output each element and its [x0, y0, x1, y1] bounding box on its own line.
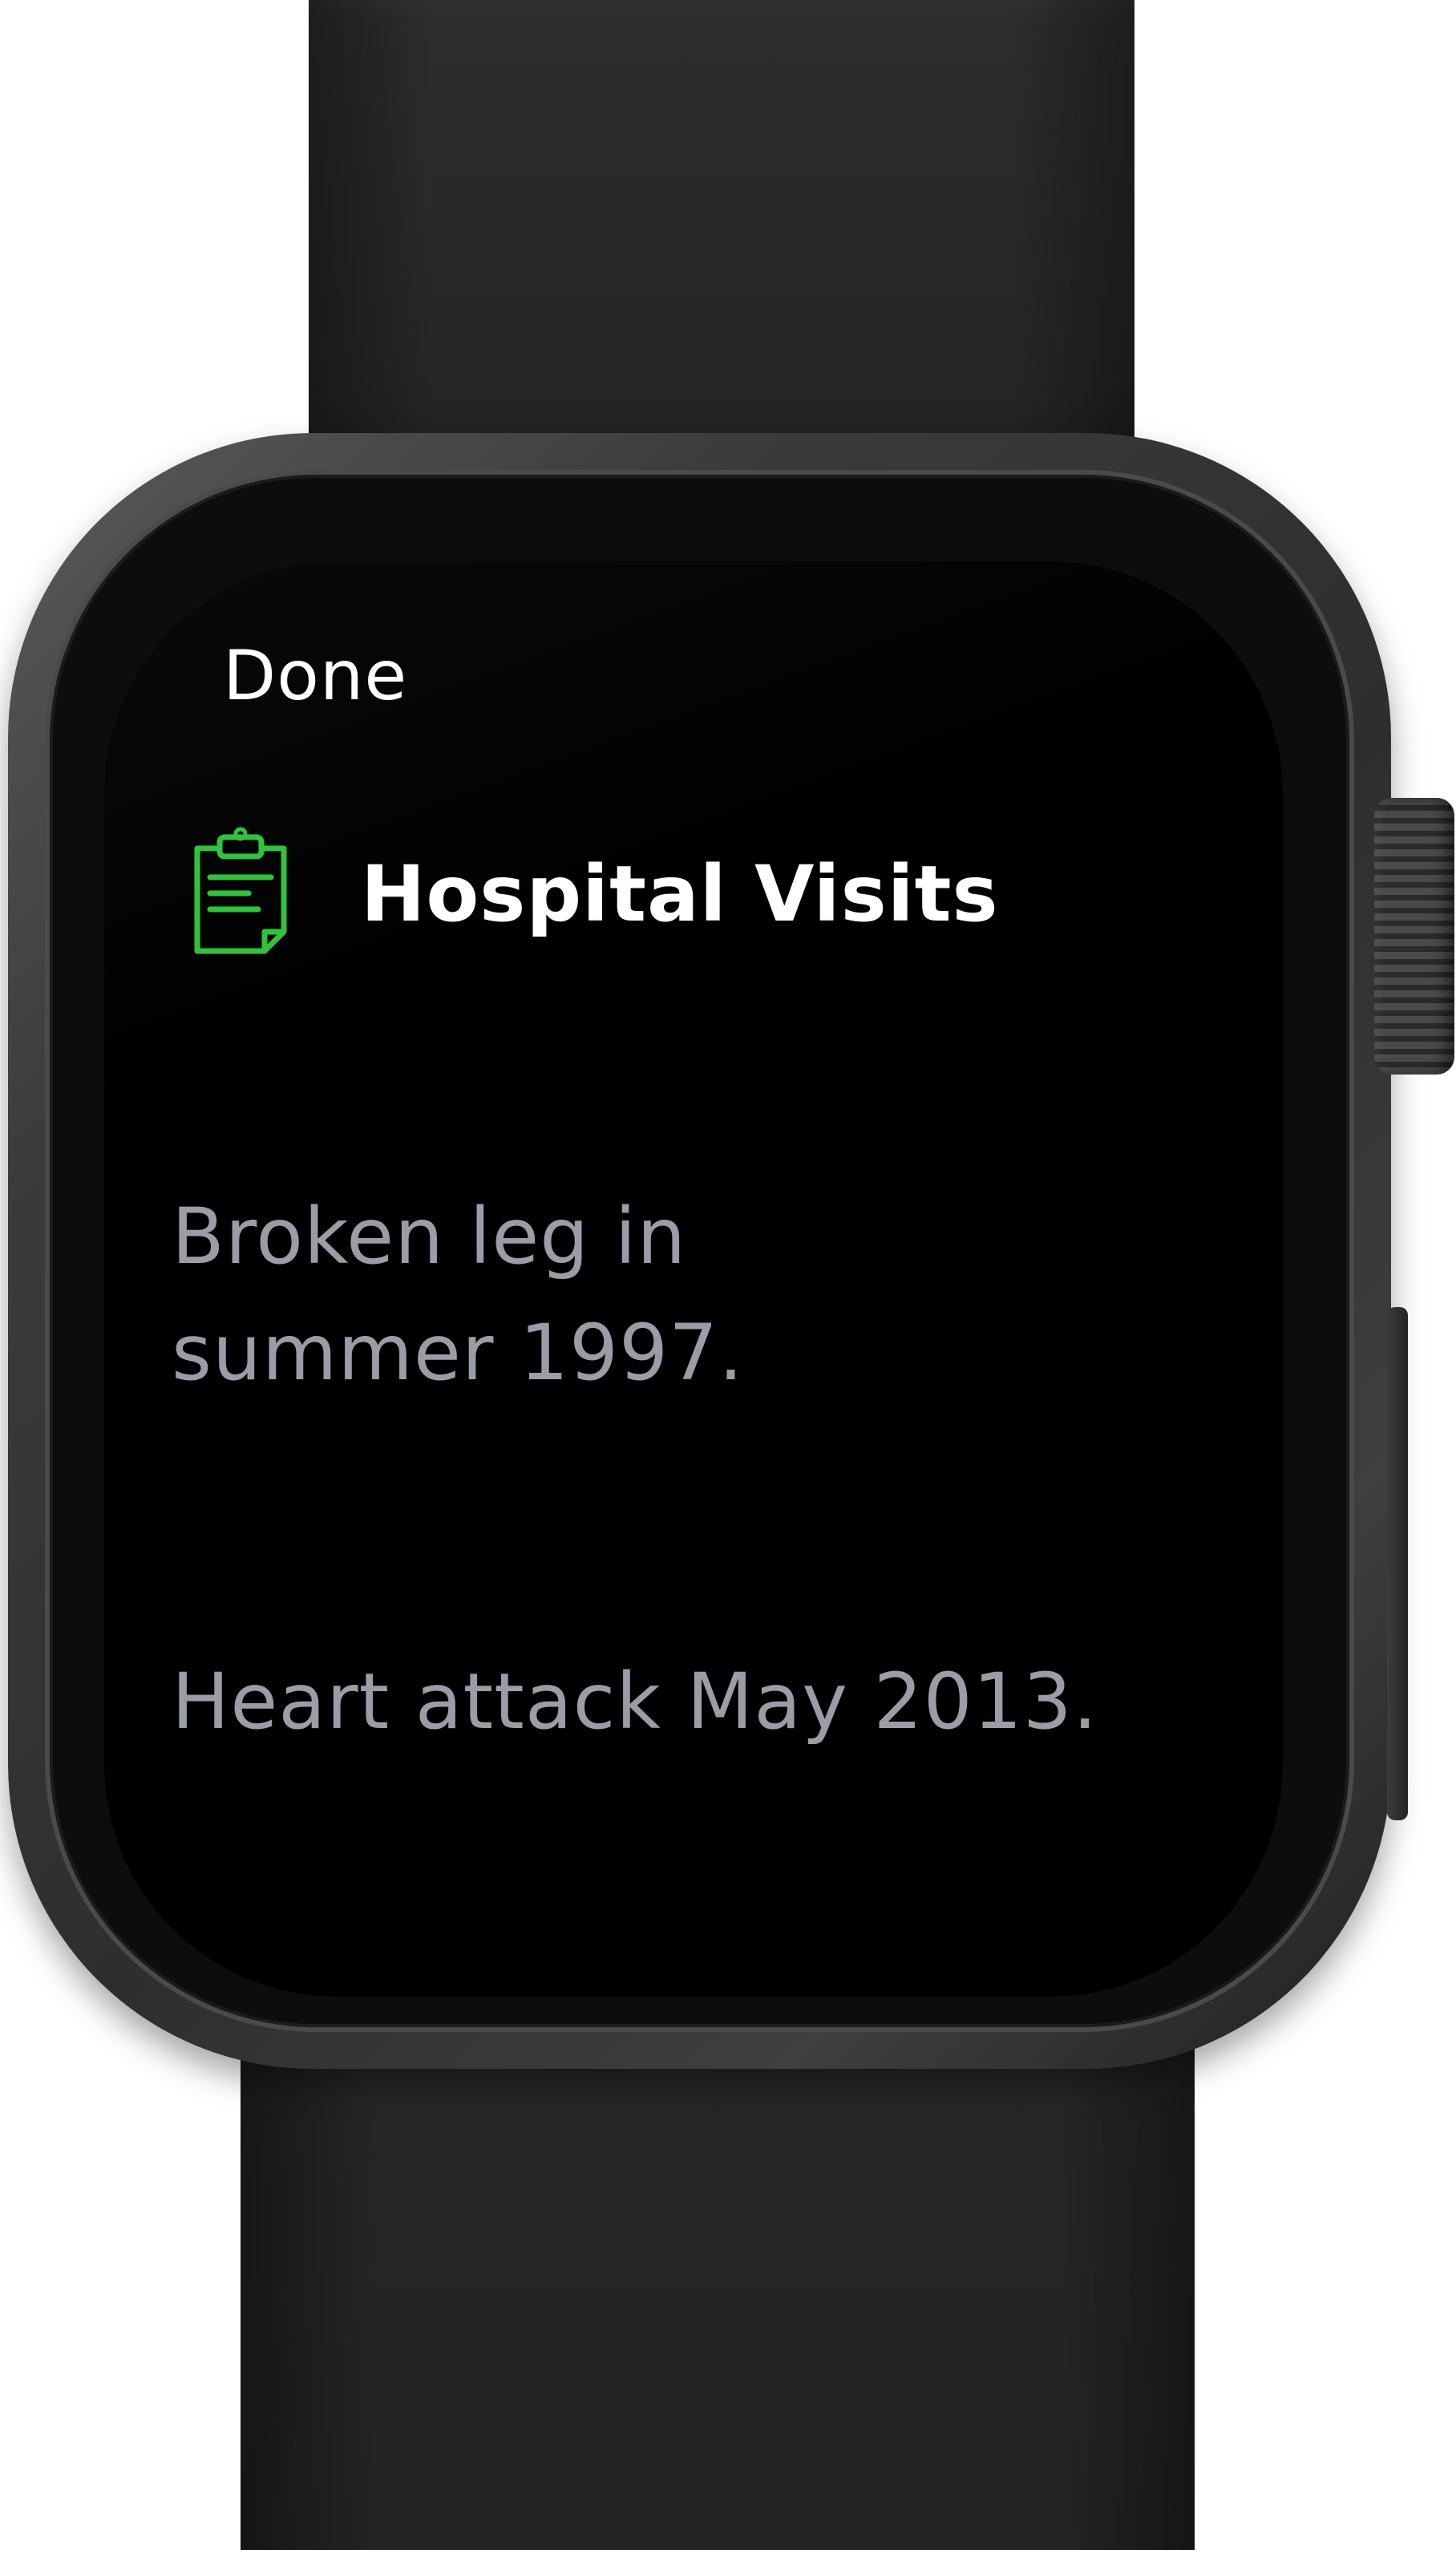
note-body[interactable]: Broken leg in summer 1997. Heart attack …	[172, 1062, 1214, 1993]
note-title: Hospital Visits	[361, 849, 999, 939]
side-button[interactable]	[1387, 1307, 1408, 1820]
note-header: Hospital Visits	[184, 826, 999, 962]
digital-crown[interactable]	[1374, 798, 1454, 1075]
watch-screen: Done Hospital Visits Broken leg in summe…	[104, 561, 1283, 1997]
note-paragraph: Broken leg in summer 1997.	[172, 1192, 744, 1398]
done-button[interactable]: Done	[223, 642, 407, 710]
note-paragraph: Heart attack May 2013.	[172, 1657, 1098, 1747]
clipboard-icon	[194, 827, 287, 954]
